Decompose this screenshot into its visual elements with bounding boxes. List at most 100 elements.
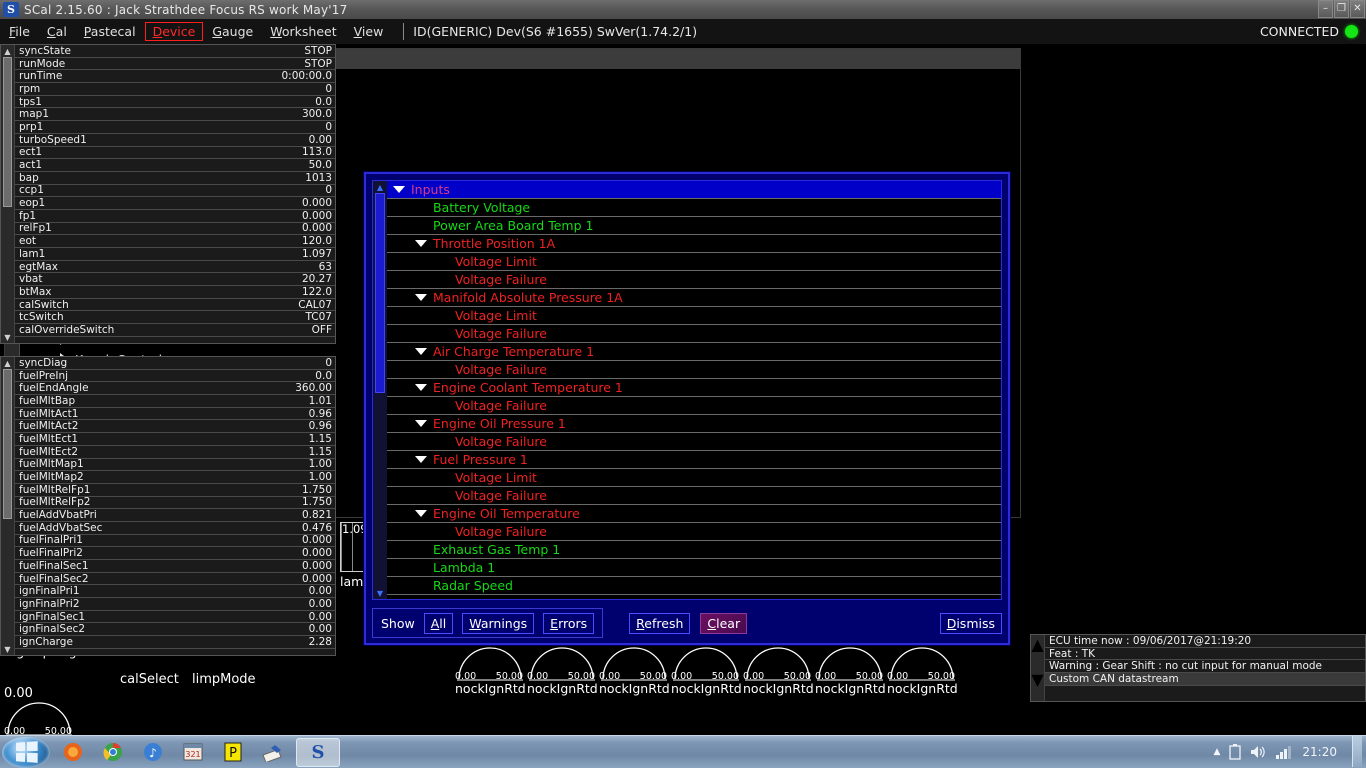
telemetry-row[interactable]: fuelMltBap 1.01 bbox=[15, 395, 335, 408]
battery-icon[interactable] bbox=[1229, 743, 1242, 760]
log-row[interactable]: Feat : TK bbox=[1045, 648, 1365, 661]
diagnostic-row[interactable]: Engine Coolant Temperature 1 bbox=[387, 379, 1001, 397]
menu-gauge[interactable]: Gauge bbox=[204, 22, 261, 41]
scroll-up-icon[interactable]: ▲ bbox=[1031, 635, 1043, 654]
start-button[interactable] bbox=[2, 736, 50, 768]
log-scrollbar[interactable]: ▲ ▼ bbox=[1031, 635, 1045, 701]
diagnostic-row[interactable]: Voltage Limit bbox=[387, 253, 1001, 271]
telemetry-row[interactable]: runMode STOP bbox=[15, 58, 335, 71]
show-errors-button[interactable]: Errors bbox=[543, 612, 595, 634]
scroll-down-icon[interactable]: ▼ bbox=[2, 643, 14, 655]
dismiss-button[interactable]: Dismiss bbox=[939, 612, 1002, 634]
chevron-down-icon[interactable] bbox=[415, 240, 427, 247]
telemetry-row[interactable]: fuelFinalPri2 0.000 bbox=[15, 547, 335, 560]
telemetry-row[interactable]: syncState STOP bbox=[15, 45, 335, 58]
show-all-button[interactable]: All bbox=[423, 612, 454, 634]
diagnostic-row[interactable]: Voltage Limit bbox=[387, 307, 1001, 325]
telemetry-row[interactable]: turboSpeed1 0.00 bbox=[15, 134, 335, 147]
telemetry-row[interactable]: act1 50.0 bbox=[15, 159, 335, 172]
telemetry-row[interactable]: rpm 0 bbox=[15, 83, 335, 96]
telemetry-row[interactable]: eot 120.0 bbox=[15, 235, 335, 248]
telemetry-row[interactable]: fuelMltAct2 0.96 bbox=[15, 420, 335, 434]
telemetry-row[interactable]: lam1 1.097 bbox=[15, 248, 335, 261]
scroll-down-icon[interactable]: ▼ bbox=[374, 587, 386, 599]
telemetry-row[interactable]: calSwitch CAL07 bbox=[15, 299, 335, 312]
log-row[interactable]: Warning : Gear Shift : no cut input for … bbox=[1045, 660, 1365, 674]
chevron-down-icon[interactable] bbox=[415, 348, 427, 355]
telemetry-row[interactable]: fp1 0.000 bbox=[15, 210, 335, 223]
diagnostic-row[interactable]: Air Charge Temperature 1 bbox=[387, 343, 1001, 361]
diagnostic-row[interactable]: Voltage Limit bbox=[387, 469, 1001, 487]
firefox-icon[interactable] bbox=[56, 738, 90, 767]
scroll-up-icon[interactable]: ▲ bbox=[2, 45, 14, 57]
telemetry-row[interactable]: runTime 0:00:00.0 bbox=[15, 70, 335, 84]
chevron-down-icon[interactable] bbox=[415, 384, 427, 391]
telemetry-row[interactable]: fuelEndAngle 360.00 bbox=[15, 382, 335, 396]
diagnostic-row[interactable]: Exhaust Gas Temp 1 bbox=[387, 541, 1001, 559]
menu-worksheet[interactable]: Worksheet bbox=[262, 22, 344, 41]
telemetry-row[interactable]: fuelMltRelFp1 1.750 bbox=[15, 484, 335, 497]
telemetry-row[interactable]: ect1 113.0 bbox=[15, 146, 335, 160]
scroll-up-icon[interactable]: ▲ bbox=[2, 357, 14, 369]
close-button[interactable]: ✕ bbox=[1350, 0, 1365, 18]
diagnostic-row[interactable]: Power Area Board Temp 1 bbox=[387, 217, 1001, 235]
telemetry-row[interactable]: ignFinalSec2 0.00 bbox=[15, 623, 335, 637]
show-warnings-button[interactable]: Warnings bbox=[462, 612, 535, 634]
telemetry-row[interactable]: fuelMltEct1 1.15 bbox=[15, 433, 335, 446]
show-desktop-button[interactable] bbox=[1352, 736, 1362, 767]
diagnostic-row[interactable]: Throttle Position 1A bbox=[387, 235, 1001, 253]
clear-button[interactable]: Clear bbox=[700, 612, 748, 634]
chevron-down-icon[interactable] bbox=[415, 294, 427, 301]
notes-icon[interactable]: P bbox=[216, 738, 250, 767]
chevron-down-icon[interactable] bbox=[415, 420, 427, 427]
diagnostic-row[interactable]: Voltage Failure bbox=[387, 397, 1001, 415]
diagnostic-row[interactable]: Voltage Failure bbox=[387, 487, 1001, 505]
knock-gauge[interactable]: 0.00 50.00 nockIgnRtd bbox=[815, 647, 886, 696]
refresh-button[interactable]: Refresh bbox=[629, 612, 691, 634]
network-icon[interactable] bbox=[1276, 745, 1293, 759]
chevron-down-icon[interactable] bbox=[393, 186, 405, 193]
telemetry-row[interactable]: ccp1 0 bbox=[15, 184, 335, 198]
telemetry-row[interactable]: relFp1 0.000 bbox=[15, 222, 335, 236]
telemetry-row[interactable]: ignFinalPri2 0.00 bbox=[15, 598, 335, 611]
telemetry-row[interactable]: fuelAddVbatSec 0.476 bbox=[15, 522, 335, 535]
telemetry-row[interactable]: map1 300.0 bbox=[15, 108, 335, 122]
menu-device[interactable]: Device bbox=[144, 22, 204, 41]
diagnostic-row[interactable]: Engine Oil Pressure 1 bbox=[387, 415, 1001, 433]
taskbar-clock[interactable]: 21:20 bbox=[1302, 745, 1337, 759]
diagnostic-row[interactable]: Inputs bbox=[387, 181, 1001, 199]
diagnostic-row[interactable]: Voltage Failure bbox=[387, 433, 1001, 451]
telemetry-row[interactable]: eop1 0.000 bbox=[15, 197, 335, 210]
diagnostic-row[interactable]: Lambda 1 bbox=[387, 559, 1001, 577]
telemetry-row[interactable]: fuelPreInj 0.0 bbox=[15, 370, 335, 383]
telemetry-bottom-scrollbar[interactable]: ▲ ▼ bbox=[1, 357, 15, 655]
knock-gauge[interactable]: 0.00 50.00 nockIgnRtd bbox=[527, 647, 598, 696]
diagnostic-row[interactable]: Engine Oil Temperature bbox=[387, 505, 1001, 523]
knock-gauge[interactable]: 0.00 50.00 nockIgnRtd bbox=[671, 647, 742, 696]
knock-gauge[interactable]: 0.00 50.00 nockIgnRtd bbox=[455, 647, 526, 696]
itunes-icon[interactable]: ♪ bbox=[136, 738, 170, 767]
maximize-button[interactable]: ❐ bbox=[1334, 0, 1349, 18]
diagnostic-row[interactable]: Fuel Pressure 1 bbox=[387, 451, 1001, 469]
diagnostics-scrollbar[interactable]: ▲ ▼ bbox=[373, 181, 387, 599]
log-row[interactable]: Custom CAN datastream bbox=[1045, 673, 1365, 686]
telemetry-row[interactable]: btMax 122.0 bbox=[15, 286, 335, 299]
minimize-button[interactable]: – bbox=[1318, 0, 1333, 18]
telemetry-row[interactable]: syncDiag 0 bbox=[15, 357, 335, 370]
telemetry-row[interactable]: fuelMltMap2 1.00 bbox=[15, 471, 335, 484]
knock-gauge[interactable]: 0.00 50.00 nockIgnRtd bbox=[887, 647, 958, 696]
menu-file[interactable]: File bbox=[1, 22, 38, 41]
scroll-thumb[interactable] bbox=[375, 193, 385, 393]
log-row[interactable]: ECU time now : 09/06/2017@21:19:20 bbox=[1045, 635, 1365, 648]
volume-icon[interactable] bbox=[1250, 744, 1267, 760]
knock-gauge[interactable]: 0.00 50.00 nockIgnRtd bbox=[599, 647, 670, 696]
chrome-icon[interactable] bbox=[96, 738, 130, 767]
diagnostic-row[interactable]: Radar Speed bbox=[387, 577, 1001, 595]
menu-cal[interactable]: Cal bbox=[39, 22, 75, 41]
telemetry-row[interactable]: fuelMltEct2 1.15 bbox=[15, 446, 335, 459]
menu-pastecal[interactable]: Pastecal bbox=[76, 22, 144, 41]
telemetry-row[interactable]: bap 1013 bbox=[15, 172, 335, 185]
telemetry-top-scrollbar[interactable]: ▲ ▼ bbox=[1, 45, 15, 343]
telemetry-row[interactable]: fuelAddVbatPri 0.821 bbox=[15, 509, 335, 522]
diagnostic-row[interactable]: Manifold Absolute Pressure 1A bbox=[387, 289, 1001, 307]
